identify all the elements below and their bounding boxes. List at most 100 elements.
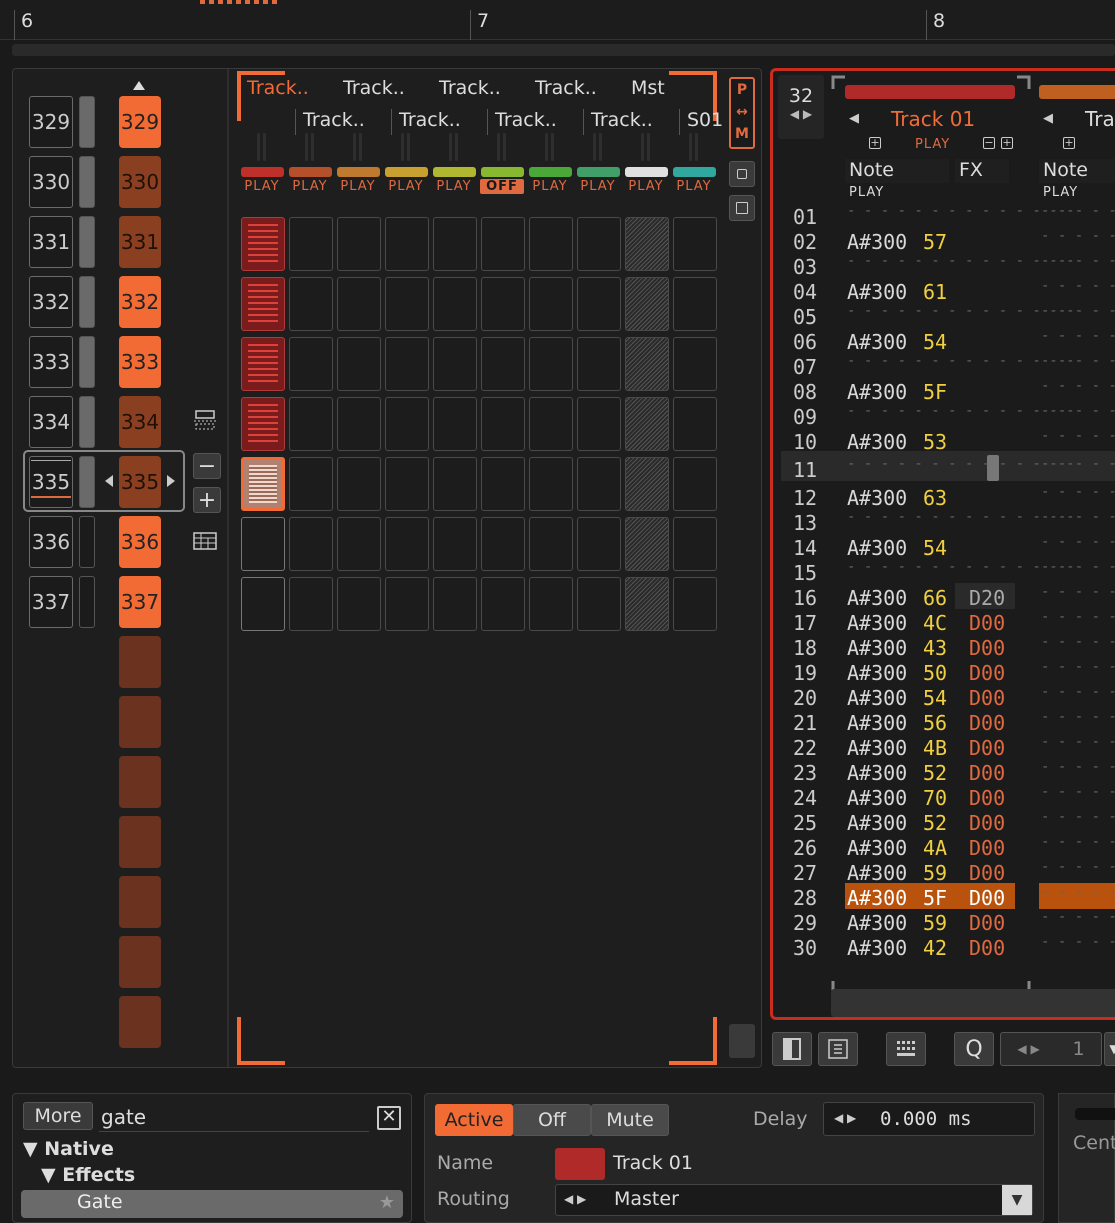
track-play-state[interactable]: PLAY [384,179,428,194]
matrix-slot[interactable] [673,397,717,451]
timeline-ruler[interactable]: 6 7 8 [0,0,1115,40]
clear-search-icon[interactable]: ✕ [377,1106,401,1130]
matrix-slot[interactable] [337,517,381,571]
off-button[interactable]: Off [513,1104,591,1136]
matrix-slot[interactable] [481,217,525,271]
matrix-slot[interactable] [289,217,333,271]
matrix-slot[interactable] [481,457,525,511]
matrix-slot[interactable] [673,517,717,571]
add-fx-column-icon[interactable]: + [1001,137,1013,149]
matrix-slot[interactable] [433,397,477,451]
sequence-slot[interactable]: 336 [119,516,161,568]
sequence-number[interactable]: 332 [29,276,73,328]
matrix-slot[interactable] [529,337,573,391]
delay-arrows-icon[interactable]: ◀ ▶ [834,1111,856,1125]
note-cell[interactable]: A#300 [847,486,907,510]
matrix-slot[interactable] [529,397,573,451]
track-prev-icon[interactable]: ◀ [849,111,859,126]
matrix-slot[interactable] [481,337,525,391]
matrix-slot[interactable] [337,337,381,391]
volume-cell[interactable]: 4B [923,736,947,760]
matrix-slot[interactable] [385,517,429,571]
track-color-bar[interactable] [433,167,476,177]
sequence-slot[interactable]: 334 [119,396,161,448]
favorite-star-icon[interactable]: ★ [379,1192,395,1213]
track-name-value[interactable]: Track 01 [613,1152,693,1174]
matrix-slot[interactable] [481,517,525,571]
pattern-row[interactable]: 13- - - - - - - - - - - - - -- - - - - - [773,509,1115,535]
matrix-slot[interactable] [625,277,669,331]
pattern-row[interactable]: 22 A#300 4B D00 - - - - - - [773,734,1115,760]
matrix-slot[interactable] [625,517,669,571]
matrix-track-name[interactable]: Track.. [399,109,461,131]
matrix-slot[interactable] [625,457,669,511]
fx-cell[interactable]: D00 [969,936,1005,960]
matrix-slot[interactable] [337,397,381,451]
matrix-slot[interactable] [385,397,429,451]
note-cell[interactable]: A#300 [847,736,907,760]
track2-add-column-icon[interactable]: + [1063,137,1075,149]
note-cell[interactable]: A#300 [847,330,907,354]
track-play-state[interactable]: OFF [480,179,524,194]
sequence-slot[interactable]: 331 [119,216,161,268]
sequence-number[interactable]: 337 [29,576,73,628]
lines-count-box[interactable]: 32 ◀ ▶ [778,75,824,139]
expand-icon[interactable]: ▼ [23,1138,44,1160]
sequence-number[interactable]: 334 [29,396,73,448]
volume-cell[interactable]: 50 [923,661,947,685]
sequence-slot[interactable]: 330 [119,156,161,208]
fx-cell[interactable]: D00 [969,636,1005,660]
track-color-bar[interactable] [481,167,524,177]
add-pattern-button[interactable]: + [193,487,221,513]
matrix-option-button[interactable] [729,195,755,221]
fx-cell[interactable]: D00 [969,661,1005,685]
volume-cell[interactable]: 61 [923,280,947,304]
matrix-track-name[interactable]: Mst [631,77,665,99]
next-arrow-icon[interactable] [167,475,175,487]
note-cell[interactable]: A#300 [847,711,907,735]
note-cell[interactable]: A#300 [847,380,907,404]
dropdown-icon[interactable]: ▼ [1104,1032,1115,1066]
volume-cell[interactable]: 63 [923,486,947,510]
matrix-slot[interactable] [529,457,573,511]
matrix-slot[interactable] [625,217,669,271]
matrix-slot[interactable] [481,577,525,631]
pattern-horizontal-scrollbar[interactable] [831,989,1115,1017]
note-cell[interactable]: A#300 [847,430,907,454]
sequence-slot[interactable] [119,696,161,748]
more-button[interactable]: More [23,1102,93,1130]
volume-cell[interactable]: 54 [923,330,947,354]
track-color-bar[interactable] [337,167,380,177]
delay-field[interactable]: ◀ ▶ 0.000 ms [823,1102,1035,1136]
matrix-slot[interactable] [577,217,621,271]
matrix-slot[interactable] [241,277,285,331]
pattern-row[interactable]: 19 A#300 50 D00 - - - - - - [773,659,1115,685]
matrix-slot[interactable] [337,217,381,271]
lines-arrows-icon[interactable]: ◀ ▶ [778,107,824,121]
pattern-row[interactable]: 12 A#300 63 - - - - - - [773,484,1115,510]
volume-cell[interactable]: 70 [923,786,947,810]
matrix-track-name[interactable]: S01 [687,109,723,131]
tree-item-gate[interactable]: Gate ★ [21,1190,403,1218]
sequence-mute-bar[interactable] [79,336,95,388]
matrix-slot[interactable] [385,217,429,271]
matrix-slot[interactable] [433,577,477,631]
matrix-slot[interactable] [577,517,621,571]
matrix-slot[interactable] [241,337,285,391]
sequence-slot[interactable] [119,636,161,688]
pattern-row[interactable]: 08 A#300 5F - - - - - - [773,378,1115,404]
volume-cell[interactable]: 5F [923,886,947,910]
matrix-slot[interactable] [289,337,333,391]
sequence-mute-bar[interactable] [79,216,95,268]
note-cell[interactable]: A#300 [847,611,907,635]
volume-cell[interactable]: 53 [923,430,947,454]
matrix-slot[interactable] [289,517,333,571]
chevron-down-icon[interactable]: ▼ [1002,1185,1032,1215]
track-play-state[interactable]: PLAY [288,179,332,194]
matrix-slot[interactable] [241,397,285,451]
pattern-row[interactable]: 06 A#300 54 - - - - - - [773,328,1115,354]
sequence-slot[interactable] [119,936,161,988]
pattern-matrix-icon[interactable] [193,531,217,551]
fx-cell[interactable]: D20 [969,586,1005,610]
search-input[interactable] [99,1102,369,1132]
